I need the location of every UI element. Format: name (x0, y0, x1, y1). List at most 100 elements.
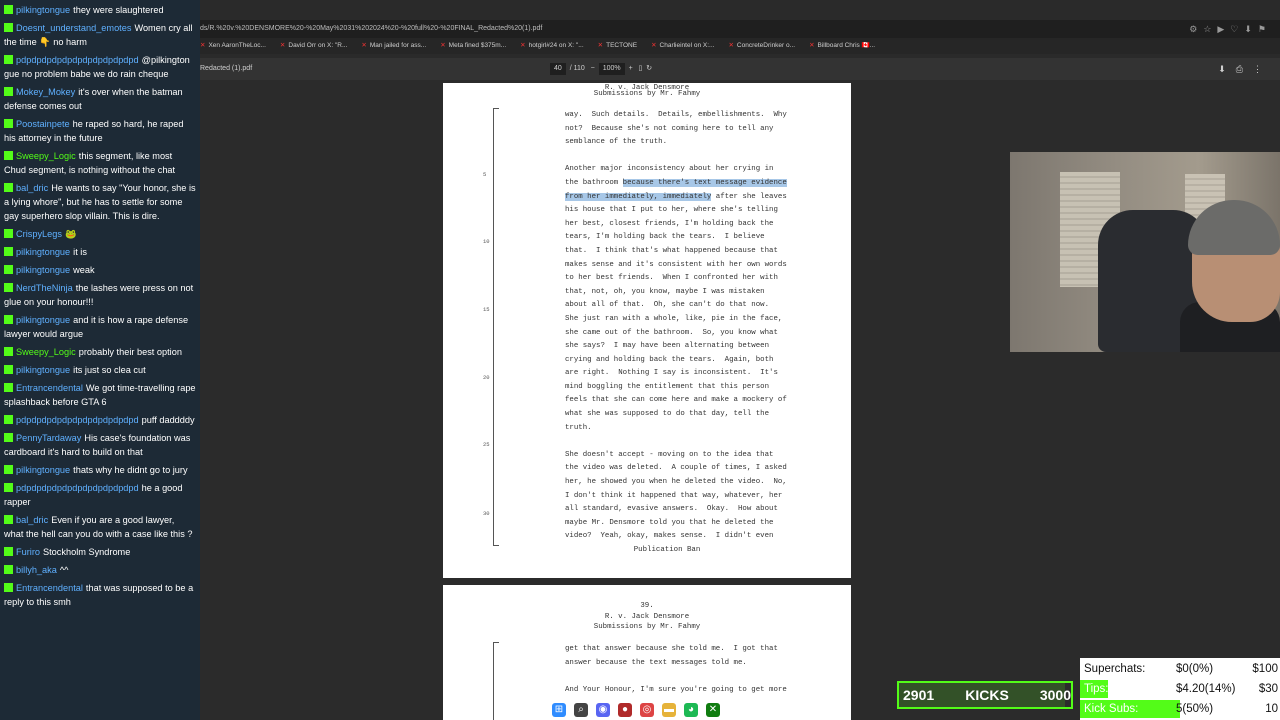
line-number: 10 (483, 238, 490, 245)
zoom-level[interactable]: 100% (598, 63, 625, 75)
chat-message: PennyTardaway His case's foundation was c… (4, 431, 196, 459)
kick-badge-icon (4, 119, 13, 128)
kicks-goal: 3000 (1039, 687, 1071, 703)
bookmark-item[interactable]: ✕ Meta fined $375m... (440, 38, 506, 54)
line-number: 5 (483, 171, 487, 178)
chat-username[interactable]: Furiro (16, 547, 40, 557)
text-line: mind boggling the entitlement that this … (565, 381, 835, 395)
goal-value: 5(50%) (1176, 703, 1214, 715)
start-icon[interactable]: ⊞ (552, 703, 566, 717)
chat-username[interactable]: pilkingtongue (16, 465, 70, 475)
spotify-icon[interactable]: ◕ (684, 703, 698, 717)
goal-row: Kick Subs: 5(50%) 10 (1080, 699, 1280, 719)
chat-username[interactable]: pdpdpdpdpdpdpdpdpdpdpdpd (16, 483, 139, 493)
search-icon[interactable]: ⌕ (574, 703, 588, 717)
line-text: to her best friends. When I confronted h… (565, 274, 778, 283)
donation-goals: Superchats: $0(0%) $100 Tips: $4.20(14%) $30 K… (1080, 658, 1280, 720)
chat-username[interactable]: Doesnt_understand_emotes (16, 23, 131, 33)
text-line: semblance of the truth. (565, 136, 835, 150)
line-text: maybe Mr. Densmore told you that he dele… (565, 518, 774, 527)
bookmark-item[interactable]: ✕ Man jailed for ass... (361, 38, 426, 54)
kick-badge-icon (4, 347, 13, 356)
kick-badge-icon (4, 247, 13, 256)
kick-badge-icon (4, 265, 13, 274)
line-number: 30 (483, 510, 490, 517)
chat-username[interactable]: pilkingtongue (16, 265, 70, 275)
bookmark-label: Billboard Chris 🇨🇦... (817, 42, 876, 49)
page-number-input[interactable]: 40 (550, 63, 566, 75)
chat-username[interactable]: Poostainpete (16, 119, 70, 129)
chat-username[interactable]: bal_dric (16, 183, 48, 193)
bookmark-favicon-icon: ✕ (597, 42, 604, 49)
chrome-icon[interactable]: ◎ (640, 703, 654, 717)
address-bar[interactable]: ds/R.%20v.%20DENSMORE%20-%20May%2031%202… (200, 20, 1280, 38)
line-text: her best, closest friends, I'm holding b… (565, 219, 774, 228)
text-line (565, 150, 835, 164)
chat-username[interactable]: Sweepy_Logic (16, 151, 76, 161)
browser-window: ds/R.%20v.%20DENSMORE%20-%20May%2031%202… (200, 0, 1280, 720)
pdf-title: Redacted (1).pdf (200, 65, 253, 72)
line-text: mind boggling the entitlement that this … (565, 382, 770, 391)
text-line: crying and holding back the tears. Again… (565, 354, 835, 368)
text-line: she says? I may have been alternating be… (565, 340, 835, 354)
line-text: that, not, oh, you know, maybe I was mis… (565, 287, 765, 296)
chat-message: pilkingtongue they were slaughtered (4, 3, 196, 17)
xbox-icon[interactable]: ✕ (706, 703, 720, 717)
bookmark-item[interactable]: ✕ TECTONE (598, 38, 637, 54)
chat-username[interactable]: pilkingtongue (16, 247, 70, 257)
url-text: ds/R.%20v.%20DENSMORE%20-%20May%2031%202… (200, 25, 543, 32)
goal-target: $100 (1252, 663, 1278, 675)
chat-username[interactable]: NerdTheNinja (16, 283, 73, 293)
chat-username[interactable]: billyh_aka (16, 565, 57, 575)
chat-username[interactable]: pilkingtongue (16, 365, 70, 375)
goal-label: Tips: (1084, 683, 1109, 695)
text-line: Another major inconsistency about her cr… (565, 163, 835, 177)
chat-username[interactable]: pilkingtongue (16, 5, 70, 15)
chat-message: bal_dric He wants to say "Your honor, she… (4, 181, 196, 223)
chat-username[interactable]: pdpdpdpdpdpdpdpdpdpdpdpd (16, 55, 139, 65)
discord-icon[interactable]: ◉ (596, 703, 610, 717)
text-line: that. I think that's what happened becau… (565, 245, 835, 259)
chat-username[interactable]: CrispyLegs (16, 229, 62, 239)
zoom-in-button[interactable]: + (629, 65, 633, 72)
bookmark-label: Meta fined $375m... (448, 42, 507, 49)
line-text: all standard, evasive answers. Okay. How… (565, 505, 778, 514)
line-text: semblance of the truth. (565, 138, 668, 147)
text-line: tears, I'm holding back the tears. I bel… (565, 231, 835, 245)
rotate-icon[interactable]: ↻ (646, 65, 652, 72)
goal-label: Superchats: (1084, 663, 1146, 675)
address-bar-icons[interactable]: ⚙☆▶♡⬇⚑ (1189, 20, 1272, 38)
chat-username[interactable]: Sweepy_Logic (16, 347, 76, 357)
chat-text: Stockholm Syndrome (43, 547, 131, 557)
chat-text: thats why he didnt go to jury (73, 465, 188, 475)
kick-badge-icon (4, 583, 13, 592)
pdf-actions[interactable]: ⬇⎙⋮ (1218, 58, 1272, 80)
bookmark-item[interactable]: ✕ Xen AaronTheLoc... (200, 38, 266, 54)
chat-username[interactable]: PennyTardaway (16, 433, 81, 443)
bookmark-item[interactable]: ✕ Billboard Chris 🇨🇦... (809, 38, 875, 54)
folder-icon[interactable]: ▬ (662, 703, 676, 717)
chat-message: CrispyLegs 🐸 (4, 227, 196, 241)
bookmark-item[interactable]: ✕ David Orr on X: "R... (280, 38, 347, 54)
kicks-goal-bar: 2901 KICKS 3000 (897, 681, 1073, 709)
chat-message: pilkingtongue weak (4, 263, 196, 277)
chat-message: pdpdpdpdpdpdpdpdpdpdpdpd he a good rapper (4, 481, 196, 509)
zoom-out-button[interactable]: − (591, 65, 595, 72)
chat-username[interactable]: bal_dric (16, 515, 48, 525)
chat-username[interactable]: Entrancendental (16, 583, 83, 593)
chat-username[interactable]: Mokey_Mokey (16, 87, 75, 97)
obs-icon[interactable]: ● (618, 703, 632, 717)
bookmark-item[interactable]: ✕ ConcreteDrinker o... (728, 38, 795, 54)
goal-value: $0(0%) (1176, 663, 1214, 675)
chat-username[interactable]: pilkingtongue (16, 315, 70, 325)
kick-badge-icon (4, 415, 13, 424)
bookmark-favicon-icon: ✕ (520, 42, 526, 49)
chat-username[interactable]: Entrancendental (16, 383, 83, 393)
bookmarks-bar: ✕ Xen AaronTheLoc... ✕ David Orr on X: "R..… (200, 38, 1280, 54)
chat-username[interactable]: pdpdpdpdpdpdpdpdpdpdpdpd (16, 415, 139, 425)
bookmark-item[interactable]: ✕ hotgirl#24 on X: "... (520, 38, 584, 54)
fit-page-icon[interactable]: ▯ (639, 65, 643, 72)
text-line: video? Yeah, okay, makes sense. I didn't… (565, 530, 835, 544)
text-line: about all of that. Oh, she can't do that… (565, 299, 835, 313)
bookmark-item[interactable]: ✕ Charlieintel on X:... (651, 38, 714, 54)
